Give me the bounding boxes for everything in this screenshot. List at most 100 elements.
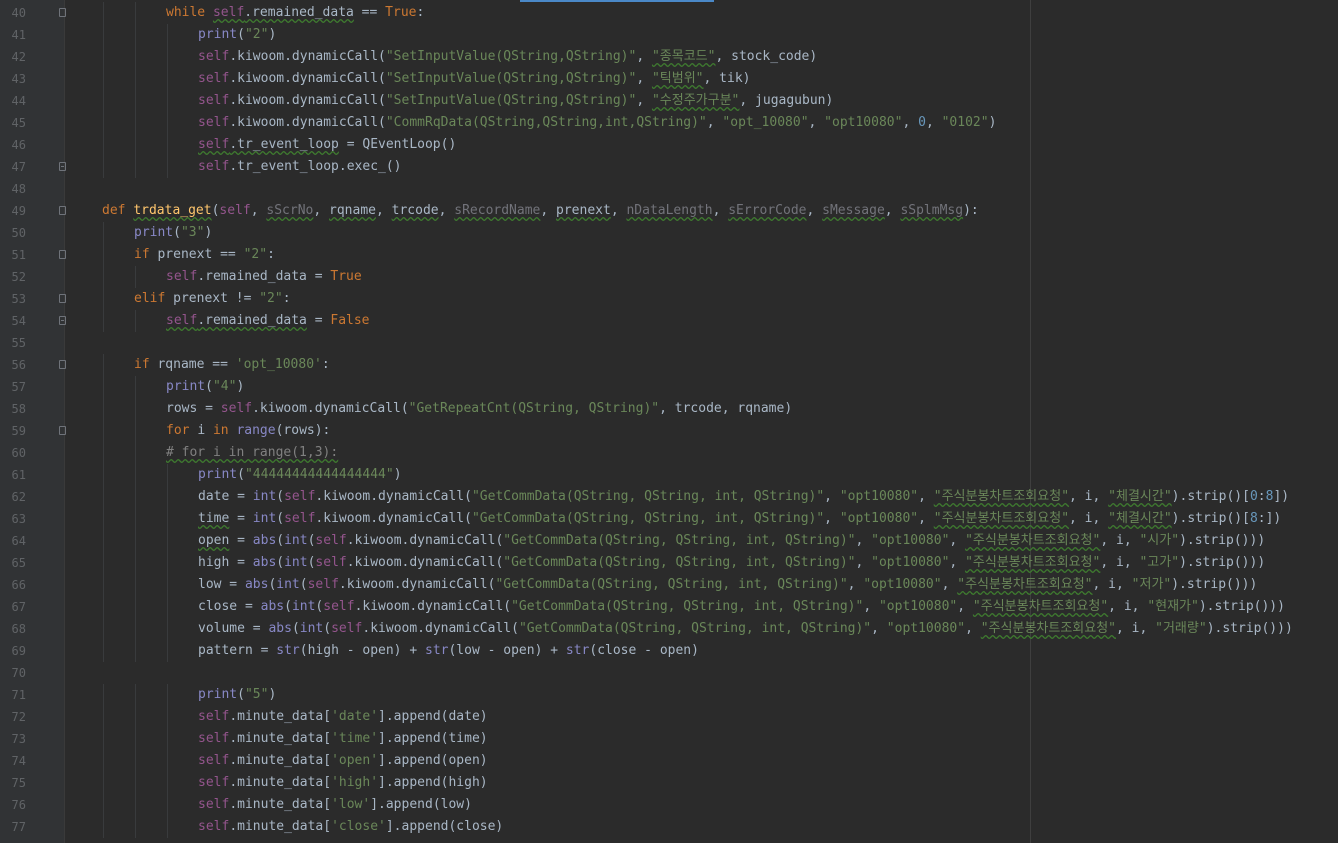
code-line[interactable]: 53 elif prenext != "2": xyxy=(0,288,1338,310)
code-token: , xyxy=(965,621,981,636)
code-token: , xyxy=(808,115,825,130)
code-line[interactable]: 45 self.kiwoom.dynamicCall("CommRqData(QS… xyxy=(0,112,1338,134)
fold-end-icon[interactable] xyxy=(59,316,66,325)
code-line[interactable]: 55 xyxy=(0,332,1338,354)
line-number: 46 xyxy=(11,138,26,152)
code-token: ).strip())) xyxy=(1171,577,1258,592)
code-line[interactable]: 64 open = abs(int(self.kiwoom.dynamicCall… xyxy=(0,530,1338,552)
code-line[interactable]: 63 time = int(self.kiwoom.dynamicCall("Ge… xyxy=(0,508,1338,530)
code-line[interactable]: 47 self.tr_event_loop.exec_() xyxy=(0,156,1338,178)
code-line[interactable]: 52 self.remained_data = True xyxy=(0,266,1338,288)
code-line[interactable]: 60 # for i in range(1,3): xyxy=(0,442,1338,464)
code-token: "4" xyxy=(212,379,237,394)
code-text: self.minute_data['close'].append(close) xyxy=(198,816,503,838)
code-token: "SetInputValue(QString,QString)" xyxy=(385,71,637,86)
code-line[interactable]: 68 volume = abs(int(self.kiwoom.dynamicCa… xyxy=(0,618,1338,640)
code-line[interactable]: 77 self.minute_data['close'].append(close… xyxy=(0,816,1338,838)
code-line[interactable]: 42 self.kiwoom.dynamicCall("SetInputValue… xyxy=(0,46,1338,68)
code-line[interactable]: 71 print("5") xyxy=(0,684,1338,706)
indent-guide xyxy=(167,684,168,706)
code-token: "GetCommData(QString, QString, int, QStr… xyxy=(503,533,856,548)
fold-marker-icon[interactable] xyxy=(59,294,66,303)
fold-marker-icon[interactable] xyxy=(59,426,66,435)
code-token: date = xyxy=(198,489,253,504)
line-number: 40 xyxy=(11,6,26,20)
code-line[interactable]: 59 for i in range(rows): xyxy=(0,420,1338,442)
code-line[interactable]: 48 xyxy=(0,178,1338,200)
indent-guide xyxy=(135,24,136,46)
code-token: "체결시간" xyxy=(1108,489,1172,504)
code-line[interactable]: 58 rows = self.kiwoom.dynamicCall("GetRep… xyxy=(0,398,1338,420)
code-line[interactable]: 73 self.minute_data['time'].append(time) xyxy=(0,728,1338,750)
code-line[interactable]: 43 self.kiwoom.dynamicCall("SetInputValue… xyxy=(0,68,1338,90)
code-line[interactable]: 67 close = abs(int(self.kiwoom.dynamicCal… xyxy=(0,596,1338,618)
code-token: "CommRqData(QString,QString,int,QString)… xyxy=(385,115,707,130)
code-line[interactable]: 74 self.minute_data['open'].append(open) xyxy=(0,750,1338,772)
indent-guide xyxy=(135,420,136,442)
fold-end-icon[interactable] xyxy=(59,162,66,171)
indent-guide xyxy=(103,288,104,310)
code-editor[interactable]: 40 while self.remained_data == True: 41 pri… xyxy=(0,0,1338,843)
code-token: high = xyxy=(198,555,253,570)
code-line[interactable]: 76 self.minute_data['low'].append(low) xyxy=(0,794,1338,816)
code-token: , xyxy=(375,203,392,218)
code-line[interactable]: 75 self.minute_data['high'].append(high) xyxy=(0,772,1338,794)
code-token: pattern = xyxy=(198,643,277,658)
indent-guide xyxy=(167,640,168,662)
indent-guide xyxy=(103,618,104,640)
indent-guide xyxy=(103,816,104,838)
code-line[interactable]: 72 self.minute_data['date'].append(date) xyxy=(0,706,1338,728)
code-line[interactable]: 56 if rqname == 'opt_10080': xyxy=(0,354,1338,376)
code-token: = xyxy=(306,313,331,328)
code-line[interactable]: 49 def trdata_get(self, sScrNo, rqname, t… xyxy=(0,200,1338,222)
code-token: 0 xyxy=(1249,489,1258,504)
code-line[interactable]: 66 low = abs(int(self.kiwoom.dynamicCall(… xyxy=(0,574,1338,596)
code-token: .minute_data[ xyxy=(229,731,332,746)
code-line[interactable]: 50 print("3") xyxy=(0,222,1338,244)
code-token: 'opt_10080' xyxy=(235,357,322,372)
code-line[interactable]: 51 if prenext == "2": xyxy=(0,244,1338,266)
indent-guide xyxy=(135,640,136,662)
code-line[interactable]: 62 date = int(self.kiwoom.dynamicCall("Ge… xyxy=(0,486,1338,508)
code-line[interactable]: 40 while self.remained_data == True: xyxy=(0,2,1338,24)
code-token: "GetCommData(QString, QString, int, QStr… xyxy=(471,489,825,504)
code-token: , xyxy=(636,71,652,86)
code-token: True xyxy=(330,269,362,284)
code-token: ( xyxy=(276,489,285,504)
fold-marker-icon[interactable] xyxy=(59,250,66,259)
code-text: self.minute_data['date'].append(date) xyxy=(198,706,488,728)
code-token: 'date' xyxy=(331,709,379,724)
code-token: , i, xyxy=(1100,533,1140,548)
code-token: .minute_data[ xyxy=(229,709,332,724)
indent-guide xyxy=(103,134,104,156)
indent-guide xyxy=(135,750,136,772)
code-token: ).strip()[ xyxy=(1171,489,1250,504)
code-line[interactable]: 54 self.remained_data = False xyxy=(0,310,1338,332)
line-number: 44 xyxy=(11,94,26,108)
code-line[interactable]: 41 print("2") xyxy=(0,24,1338,46)
code-line[interactable]: 69 pattern = str(high - open) + str(low -… xyxy=(0,640,1338,662)
code-token: .kiwoom.dynamicCall( xyxy=(229,93,386,108)
code-token: , xyxy=(855,555,872,570)
code-token: int xyxy=(284,533,308,548)
code-line[interactable]: 70 xyxy=(0,662,1338,684)
indent-guide xyxy=(167,794,168,816)
fold-marker-icon[interactable] xyxy=(59,8,66,17)
code-token: ).strip())) xyxy=(1179,555,1266,570)
indent-guide xyxy=(167,574,168,596)
code-token: ).strip())) xyxy=(1198,599,1285,614)
code-token: self xyxy=(198,797,230,812)
code-token: if xyxy=(134,247,158,262)
code-token: , i, xyxy=(1108,599,1148,614)
fold-marker-icon[interactable] xyxy=(59,360,66,369)
code-token: , xyxy=(540,203,557,218)
line-number: 68 xyxy=(11,622,26,636)
code-line[interactable]: 46 self.tr_event_loop = QEventLoop() xyxy=(0,134,1338,156)
code-text: elif prenext != "2": xyxy=(134,288,291,310)
code-text: self.tr_event_loop = QEventLoop() xyxy=(198,134,456,156)
fold-marker-icon[interactable] xyxy=(59,206,66,215)
code-line[interactable]: 65 high = abs(int(self.kiwoom.dynamicCall… xyxy=(0,552,1338,574)
code-line[interactable]: 44 self.kiwoom.dynamicCall("SetInputValue… xyxy=(0,90,1338,112)
code-line[interactable]: 57 print("4") xyxy=(0,376,1338,398)
code-line[interactable]: 61 print("44444444444444444") xyxy=(0,464,1338,486)
